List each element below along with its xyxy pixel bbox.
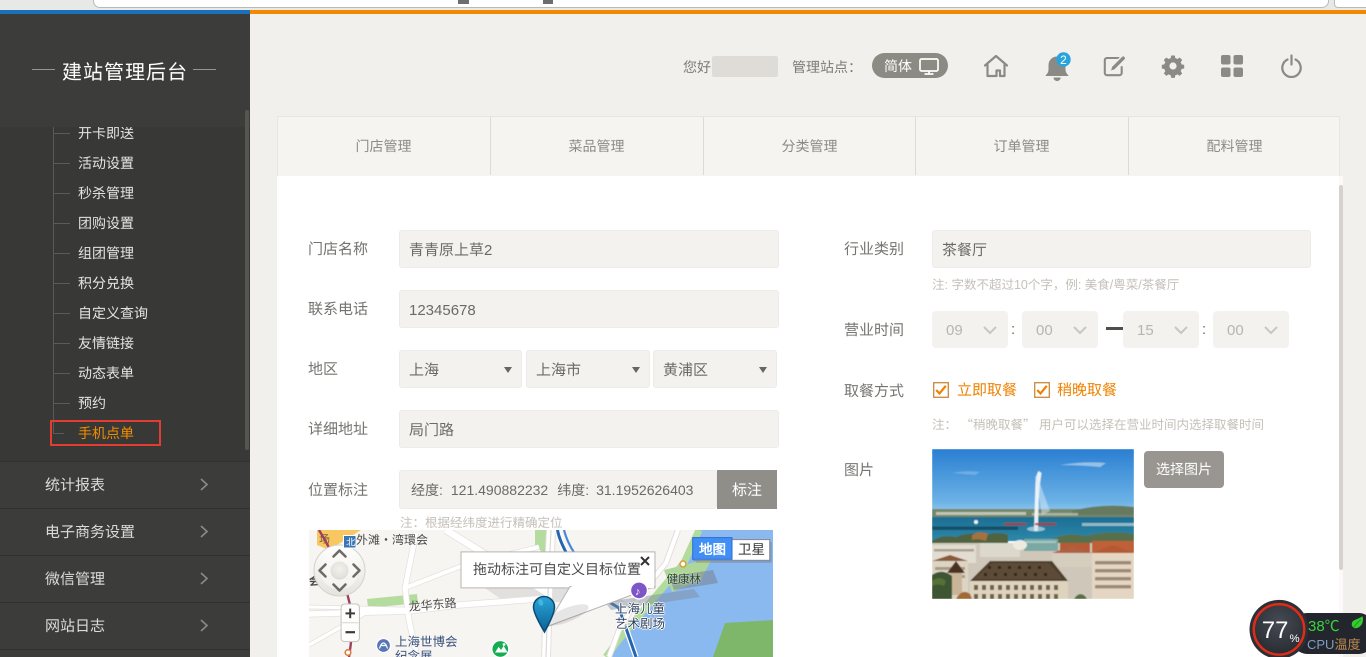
svg-text:77: 77 — [1262, 617, 1288, 644]
svg-text:2: 2 — [1060, 53, 1067, 67]
svg-text:卫星: 卫星 — [738, 538, 765, 558]
svg-text:%: % — [1289, 633, 1299, 645]
svg-text:外滩・湾環会: 外滩・湾環会 — [356, 531, 428, 548]
svg-text:艺术剧场: 艺术剧场 — [615, 613, 665, 632]
svg-text:北: 北 — [346, 535, 356, 549]
svg-text:地图: 地图 — [699, 538, 726, 558]
svg-text:♪: ♪ — [635, 583, 641, 599]
svg-text:拖动标注可自定义目标位置: 拖动标注可自定义目标位置 — [473, 559, 641, 579]
svg-text:健康林: 健康林 — [667, 571, 702, 587]
svg-text:纪念展: 纪念展 — [395, 646, 433, 657]
